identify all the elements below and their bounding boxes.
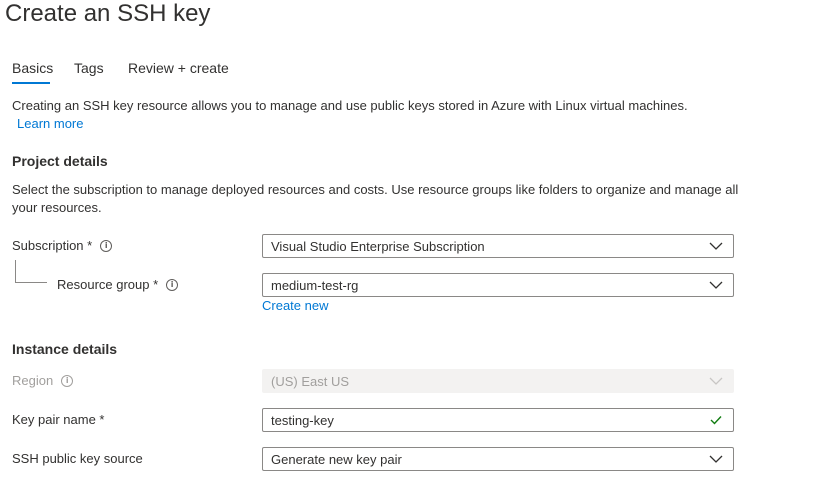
region-label: Region i xyxy=(12,373,74,388)
region-value: (US) East US xyxy=(271,373,350,389)
page-title: Create an SSH key xyxy=(5,0,211,27)
resource-group-dropdown[interactable]: medium-test-rg xyxy=(262,273,734,297)
key-pair-name-value: testing-key xyxy=(271,412,334,428)
project-details-heading: Project details xyxy=(12,153,108,169)
subscription-label-text: Subscription * xyxy=(12,238,93,253)
ssh-public-key-source-dropdown[interactable]: Generate new key pair xyxy=(262,447,734,471)
project-details-description-line2: your resources. xyxy=(12,200,102,215)
ssh-public-key-source-value: Generate new key pair xyxy=(271,451,402,467)
region-dropdown: (US) East US xyxy=(262,369,734,393)
active-tab-indicator xyxy=(12,82,50,84)
chevron-down-icon xyxy=(705,274,727,296)
subscription-dropdown[interactable]: Visual Studio Enterprise Subscription xyxy=(262,234,734,258)
instance-details-heading: Instance details xyxy=(12,341,118,357)
key-pair-name-label-text: Key pair name * xyxy=(12,412,105,427)
subscription-value: Visual Studio Enterprise Subscription xyxy=(271,238,485,254)
chevron-down-icon xyxy=(705,235,727,257)
info-icon[interactable]: i xyxy=(166,278,179,291)
tree-connector-horizontal xyxy=(15,282,47,283)
info-icon[interactable]: i xyxy=(61,374,74,387)
tree-connector-vertical xyxy=(15,260,16,282)
ssh-public-key-source-label: SSH public key source xyxy=(12,451,143,466)
project-details-description-line1: Select the subscription to manage deploy… xyxy=(12,182,739,197)
ssh-public-key-source-label-text: SSH public key source xyxy=(12,451,143,466)
resource-group-label: Resource group * i xyxy=(57,277,179,292)
intro-text: Creating an SSH key resource allows you … xyxy=(12,98,688,113)
region-label-text: Region xyxy=(12,373,54,388)
key-pair-name-input[interactable]: testing-key xyxy=(262,408,734,432)
tab-basics[interactable]: Basics xyxy=(12,60,53,76)
tab-review-create[interactable]: Review + create xyxy=(128,60,229,76)
info-icon[interactable]: i xyxy=(100,239,113,252)
learn-more-link[interactable]: Learn more xyxy=(17,116,83,131)
key-pair-name-label: Key pair name * xyxy=(12,412,105,427)
chevron-down-icon xyxy=(705,370,727,392)
tab-tags[interactable]: Tags xyxy=(74,60,104,76)
create-new-link[interactable]: Create new xyxy=(262,298,328,313)
resource-group-value: medium-test-rg xyxy=(271,277,359,293)
chevron-down-icon xyxy=(705,448,727,470)
subscription-label: Subscription * i xyxy=(12,238,113,253)
checkmark-icon xyxy=(705,409,727,431)
resource-group-label-text: Resource group * xyxy=(57,277,159,292)
